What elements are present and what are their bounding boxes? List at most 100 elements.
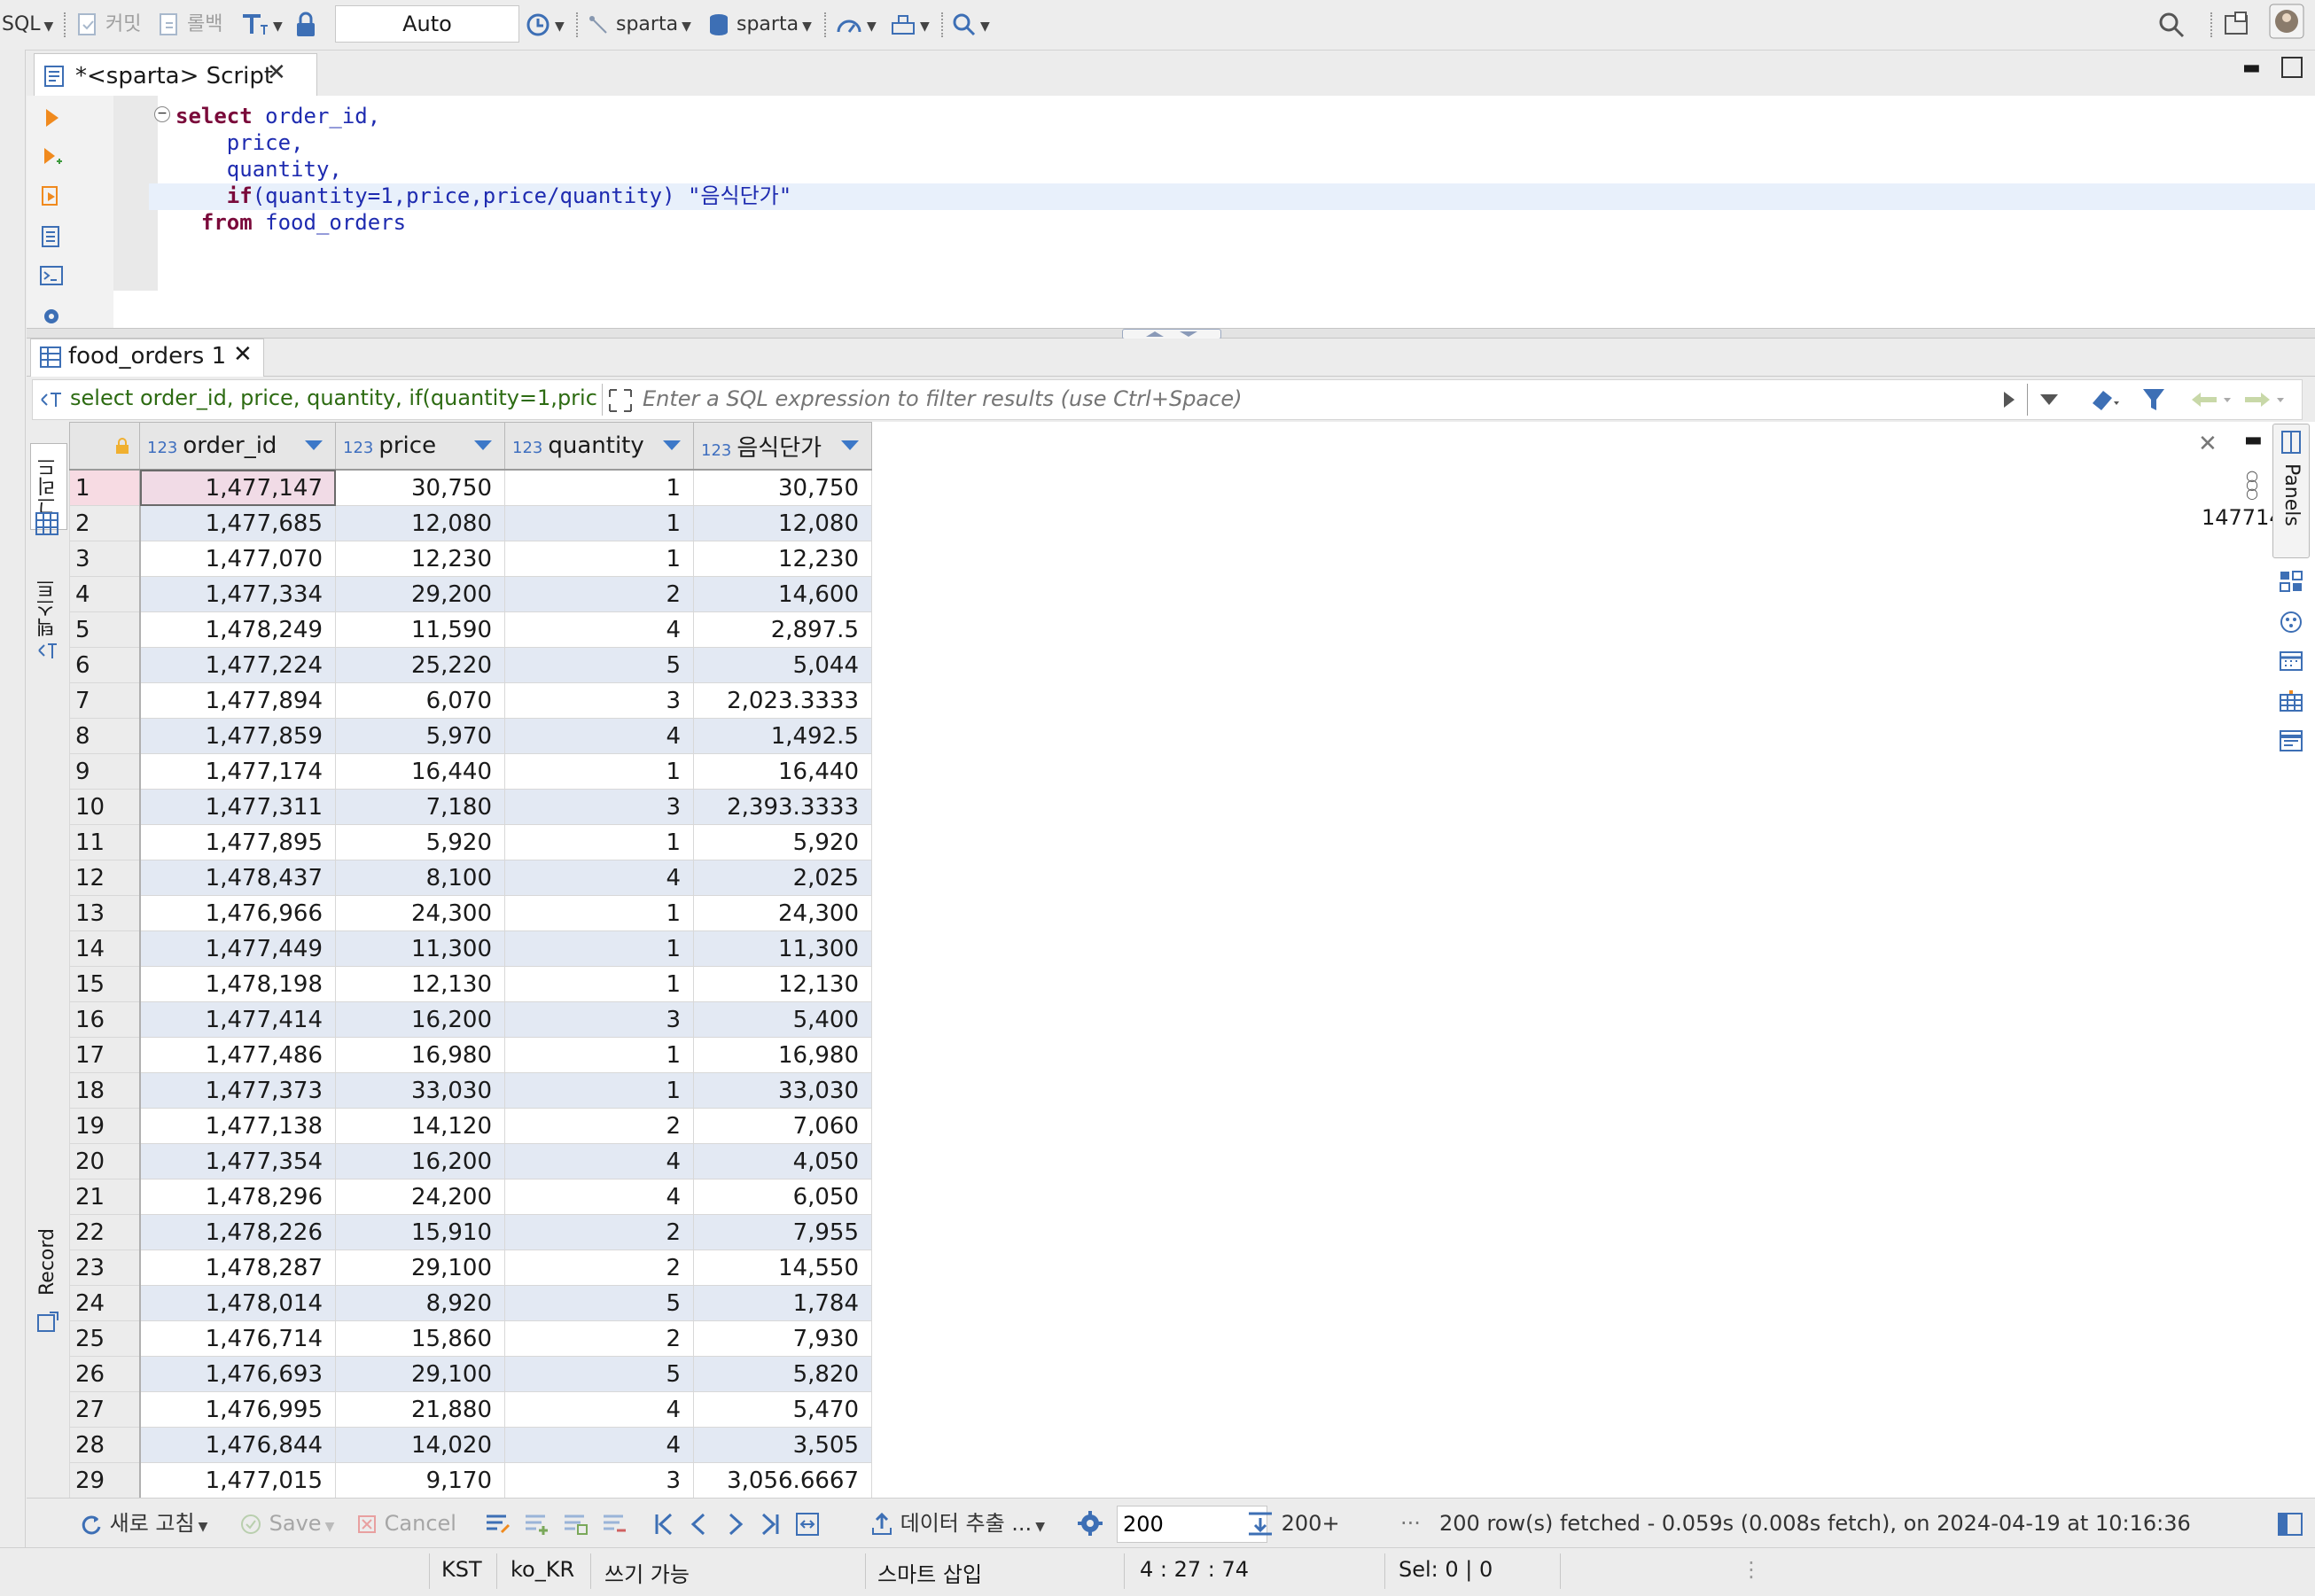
table-cell[interactable]: 1,476,693	[139, 1356, 336, 1392]
table-cell[interactable]: 5,920	[693, 824, 872, 860]
row-number[interactable]: 11	[69, 824, 141, 860]
gear-icon[interactable]	[1076, 1509, 1104, 1538]
table-row[interactable]: 10 1,477,311 7,180 3 2,393.3333	[69, 789, 872, 825]
rollback-button[interactable]: 롤백	[158, 9, 222, 41]
table-row[interactable]: 15 1,478,198 12,130 1 12,130	[69, 966, 872, 1002]
tab-record[interactable]: Record	[30, 1218, 66, 1306]
table-cell[interactable]: 1,477,334	[139, 576, 336, 612]
settings-icon[interactable]	[39, 303, 64, 326]
query-preview[interactable]: select order_id, price, quantity, if(qua…	[70, 385, 621, 410]
row-number[interactable]: 28	[69, 1427, 141, 1463]
table-cell[interactable]: 4	[504, 1179, 694, 1215]
table-cell[interactable]: 5	[504, 647, 694, 683]
table-cell[interactable]: 7,060	[693, 1108, 872, 1144]
execute-script-icon[interactable]	[39, 184, 64, 207]
table-cell[interactable]: 2	[504, 1250, 694, 1286]
table-cell[interactable]: 12,130	[335, 966, 505, 1002]
table-cell[interactable]: 1	[504, 541, 694, 577]
table-cell[interactable]: 16,440	[335, 753, 505, 790]
table-cell[interactable]: 12,080	[335, 505, 505, 541]
table-row[interactable]: 16 1,477,414 16,200 3 5,400	[69, 1001, 872, 1038]
row-number[interactable]: 8	[69, 718, 141, 754]
table-cell[interactable]: 2,023.3333	[693, 682, 872, 719]
add-row-icon[interactable]	[523, 1511, 551, 1538]
table-cell[interactable]: 1,477,224	[139, 647, 336, 683]
explain-plan-icon[interactable]	[39, 225, 64, 248]
table-cell[interactable]: 5	[504, 1285, 694, 1321]
forward-arrow-icon[interactable]	[2241, 389, 2289, 410]
table-cell[interactable]: 1	[504, 1037, 694, 1073]
table-cell[interactable]: 1,477,147	[139, 469, 336, 506]
table-cell[interactable]: 4	[504, 1427, 694, 1463]
table-row[interactable]: 3 1,477,070 12,230 1 12,230	[69, 541, 872, 577]
table-cell[interactable]: 30,750	[693, 469, 872, 506]
dashboard-button[interactable]: ▼	[835, 9, 877, 41]
table-row[interactable]: 4 1,477,334 29,200 2 14,600	[69, 576, 872, 612]
row-number[interactable]: 10	[69, 789, 141, 825]
row-number[interactable]: 5	[69, 611, 141, 648]
table-cell[interactable]: 15,910	[335, 1214, 505, 1250]
form-view-icon[interactable]	[2278, 728, 2304, 753]
table-cell[interactable]: 2	[504, 1214, 694, 1250]
execute-statement-icon[interactable]	[39, 106, 64, 129]
text-format-button[interactable]: ▼	[239, 9, 283, 41]
table-row[interactable]: 21 1,478,296 24,200 4 6,050	[69, 1179, 872, 1215]
row-number[interactable]: 13	[69, 895, 141, 931]
table-cell[interactable]: 12,230	[693, 541, 872, 577]
eraser-icon[interactable]	[2087, 385, 2123, 414]
user-avatar[interactable]	[2269, 4, 2304, 39]
table-row[interactable]: 24 1,478,014 8,920 5 1,784	[69, 1285, 872, 1321]
table-cell[interactable]: 1,477,015	[139, 1462, 336, 1499]
table-cell[interactable]: 1,477,685	[139, 505, 336, 541]
table-row[interactable]: 11 1,477,895 5,920 1 5,920	[69, 824, 872, 860]
table-cell[interactable]: 4	[504, 1143, 694, 1179]
table-cell[interactable]: 1	[504, 469, 694, 506]
table-row[interactable]: 5 1,478,249 11,590 4 2,897.5	[69, 611, 872, 648]
table-cell[interactable]: 7,180	[335, 789, 505, 825]
table-cell[interactable]: 3	[504, 789, 694, 825]
table-cell[interactable]: 1,784	[693, 1285, 872, 1321]
table-row[interactable]: 22 1,478,226 15,910 2 7,955	[69, 1214, 872, 1250]
tab-sql-script[interactable]: *<sparta> Script ✕	[34, 53, 317, 97]
table-cell[interactable]: 8,100	[335, 860, 505, 896]
row-number[interactable]: 4	[69, 576, 141, 612]
table-row[interactable]: 25 1,476,714 15,860 2 7,930	[69, 1320, 872, 1357]
table-cell[interactable]: 4,050	[693, 1143, 872, 1179]
table-cell[interactable]: 14,020	[335, 1427, 505, 1463]
filter-history-icon[interactable]	[2038, 391, 2061, 409]
row-number[interactable]: 3	[69, 541, 141, 577]
table-row[interactable]: 9 1,477,174 16,440 1 16,440	[69, 753, 872, 790]
table-cell[interactable]: 11,300	[693, 930, 872, 967]
sort-icon[interactable]	[841, 440, 859, 450]
results-table[interactable]: 123 order_id 123 price 123 quantity 123 음식단가…	[69, 422, 872, 1499]
save-button[interactable]: Save ▼	[239, 1509, 334, 1541]
table-cell[interactable]: 1,477,414	[139, 1001, 336, 1038]
toggle-panel-icon[interactable]	[2276, 1511, 2304, 1538]
table-cell[interactable]: 1,477,894	[139, 682, 336, 719]
back-arrow-icon[interactable]	[2188, 389, 2236, 410]
table-cell[interactable]: 7,955	[693, 1214, 872, 1250]
ellipsis-icon[interactable]: ···	[1400, 1509, 1421, 1538]
table-cell[interactable]: 24,300	[693, 895, 872, 931]
copy-row-icon[interactable]	[562, 1511, 590, 1538]
table-cell[interactable]: 2,393.3333	[693, 789, 872, 825]
table-cell[interactable]: 1,492.5	[693, 718, 872, 754]
table-cell[interactable]: 1,477,138	[139, 1108, 336, 1144]
table-cell[interactable]: 1,477,895	[139, 824, 336, 860]
layout-icon[interactable]	[2278, 569, 2304, 594]
table-cell[interactable]: 14,550	[693, 1250, 872, 1286]
row-number[interactable]: 9	[69, 753, 141, 790]
table-cell[interactable]: 1,478,437	[139, 860, 336, 896]
sql-editor[interactable]: − select order_id, price, quantity, if(q…	[27, 96, 2315, 328]
filter-expression-input[interactable]	[641, 385, 2018, 412]
table-cell[interactable]: 1,478,249	[139, 611, 336, 648]
funnel-icon[interactable]	[2140, 385, 2167, 414]
table-cell[interactable]: 1,478,014	[139, 1285, 336, 1321]
row-number[interactable]: 25	[69, 1320, 141, 1357]
table-cell[interactable]: 16,440	[693, 753, 872, 790]
fetch-more-button[interactable]: 200+	[1246, 1509, 1340, 1538]
table-cell[interactable]: 2,897.5	[693, 611, 872, 648]
fetch-size-input[interactable]	[1117, 1506, 1267, 1543]
table-cell[interactable]: 1,476,714	[139, 1320, 336, 1357]
row-number[interactable]: 16	[69, 1001, 141, 1038]
